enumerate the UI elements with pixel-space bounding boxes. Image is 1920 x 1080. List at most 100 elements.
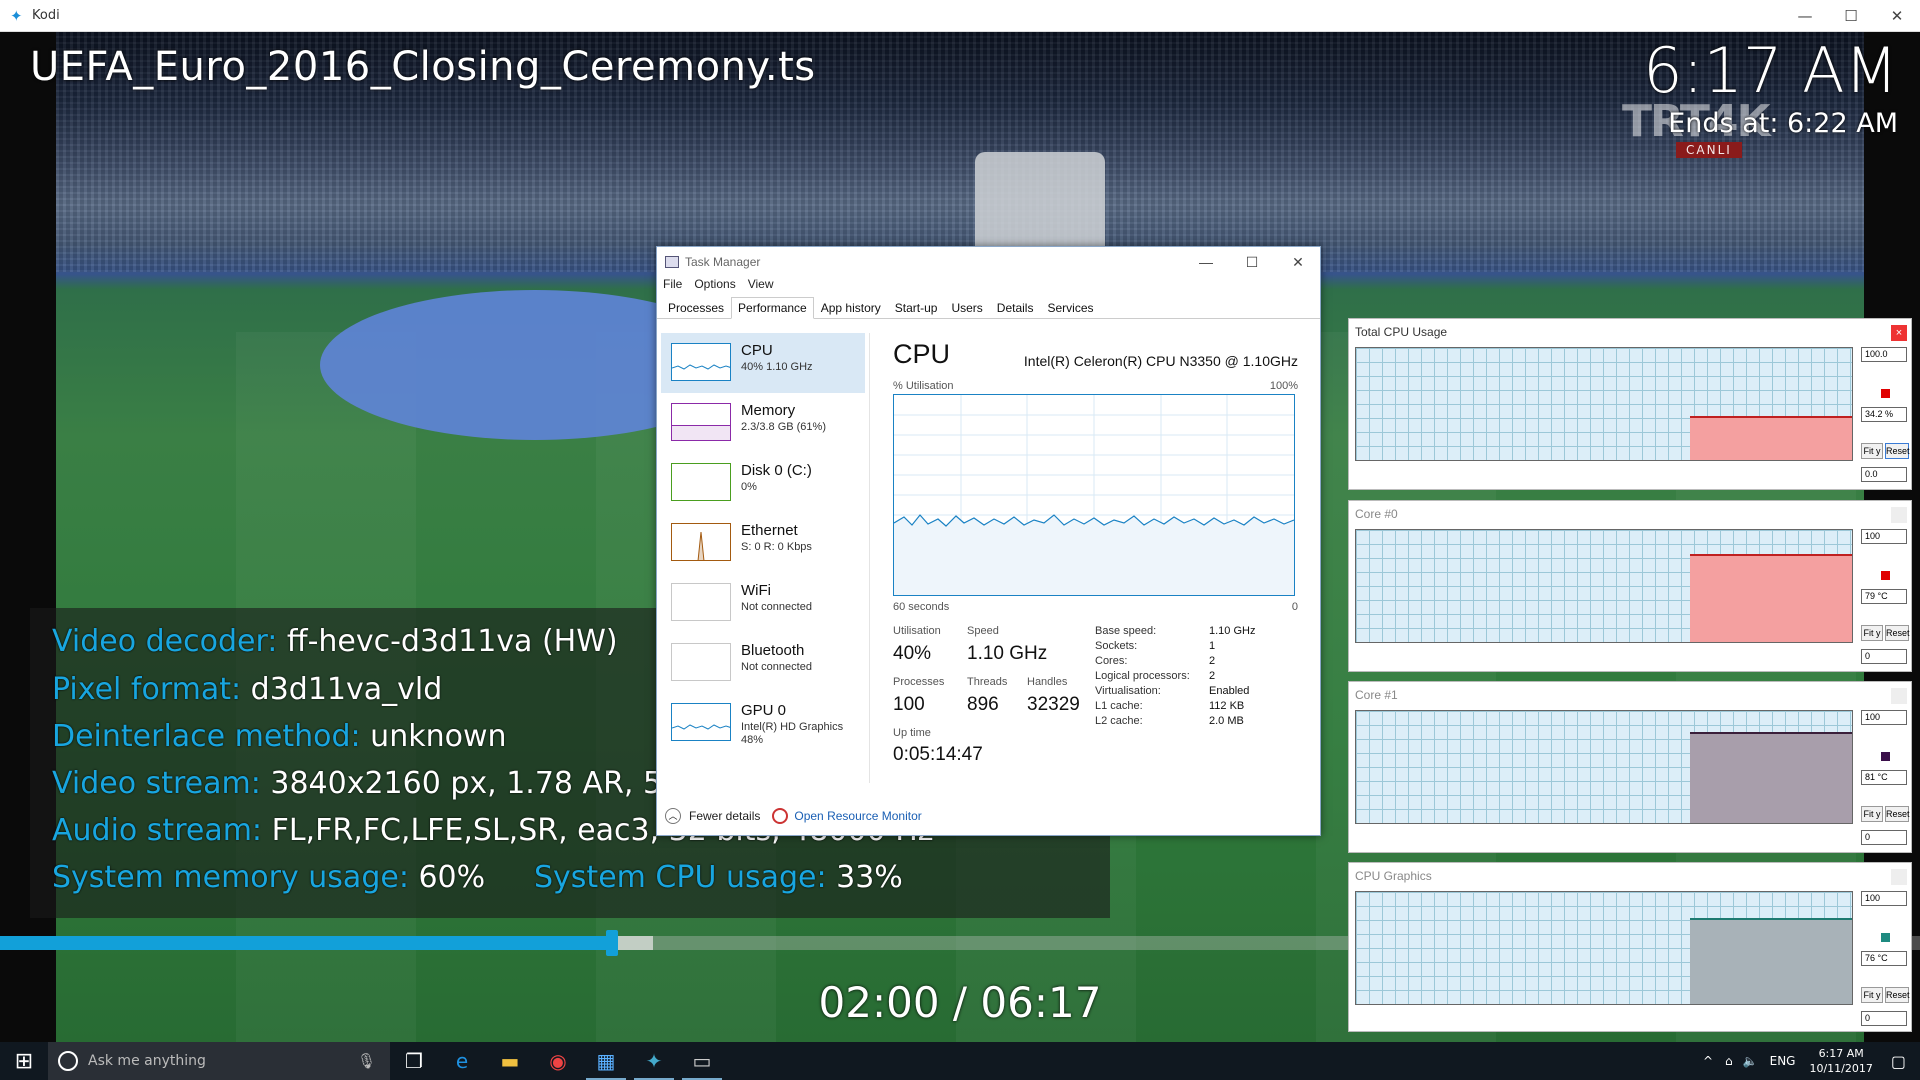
- taskbar-clock[interactable]: 6:17 AM 10/11/2017: [1809, 1046, 1872, 1076]
- meter-color-swatch: [1881, 389, 1890, 398]
- sidebar-item-name: GPU 0: [741, 702, 787, 719]
- meter-max-field[interactable]: 100.0: [1861, 347, 1907, 362]
- sidebar-item-bluetooth[interactable]: Bluetooth Not connected: [661, 633, 865, 693]
- meter-min-field[interactable]: 0: [1861, 830, 1907, 845]
- sidebar-item-gpu[interactable]: GPU 0 Intel(R) HD Graphics 48%: [661, 693, 865, 753]
- cpu-model: Intel(R) Celeron(R) CPU N3350 @ 1.10GHz: [1023, 353, 1298, 369]
- notifications-icon[interactable]: ▢: [1891, 1052, 1906, 1071]
- seek-handle[interactable]: [606, 930, 618, 956]
- sidebar-item-memory[interactable]: Memory 2.3/3.8 GB (61%): [661, 393, 865, 453]
- network-icon[interactable]: ⌂: [1725, 1054, 1733, 1068]
- meter-max-field[interactable]: 100: [1861, 891, 1907, 906]
- meter-panel-core-1[interactable]: Core #1 100 81 °C Fit y Reset 0: [1348, 681, 1912, 853]
- sidebar-item-disk[interactable]: Disk 0 (C:) 0%: [661, 453, 865, 513]
- cpu-graph-svg: [893, 395, 1295, 595]
- disk-mini-graph: [671, 463, 731, 501]
- meter-min-field[interactable]: 0: [1861, 1011, 1907, 1026]
- task-manager-window[interactable]: Task Manager — ☐ ✕ File Options View Pro…: [656, 246, 1321, 836]
- info-key: System CPU usage:: [534, 860, 827, 895]
- sidebar-item-sub: Not connected: [741, 661, 812, 674]
- tab-users[interactable]: Users: [944, 297, 989, 318]
- sidebar-item-name: Disk 0 (C:): [741, 462, 812, 479]
- window-title: Kodi: [32, 8, 60, 23]
- language-indicator[interactable]: ENG: [1770, 1054, 1796, 1068]
- meter-graph: [1355, 347, 1853, 461]
- sidebar-item-detail: Intel(R) HD Graphics: [741, 721, 844, 733]
- volume-icon[interactable]: 🔈: [1743, 1054, 1758, 1068]
- fit-y-button[interactable]: Fit y: [1861, 987, 1883, 1003]
- meter-panel-total-cpu[interactable]: Total CPU Usage × 100.0 34.2 % Fit y Reset 0.0: [1348, 318, 1912, 490]
- meter-min-field[interactable]: 0.0: [1861, 467, 1907, 482]
- sidebar-item-cpu[interactable]: CPU 40% 1.10 GHz: [661, 333, 865, 393]
- task-view-icon[interactable]: ❐: [390, 1042, 438, 1080]
- sidebar-item-ethernet[interactable]: Ethernet S: 0 R: 0 Kbps: [661, 513, 865, 573]
- meter-panel-cpu-graphics[interactable]: CPU Graphics 100 76 °C Fit y Reset 0: [1348, 862, 1912, 1032]
- spec-label: Sockets:: [1095, 640, 1138, 652]
- reset-button[interactable]: Reset: [1885, 625, 1910, 641]
- tab-processes[interactable]: Processes: [661, 297, 731, 318]
- spec-value: 2.0 MB: [1209, 715, 1244, 727]
- tray-chevron-up-icon[interactable]: ^: [1703, 1054, 1713, 1068]
- fewer-details-button[interactable]: ︿ Fewer details: [665, 808, 760, 824]
- tab-details[interactable]: Details: [990, 297, 1041, 318]
- meter-max-field[interactable]: 100: [1861, 529, 1907, 544]
- task-manager-taskbar-icon[interactable]: ▭: [678, 1042, 726, 1080]
- kodi-taskbar-icon[interactable]: ✦: [630, 1042, 678, 1080]
- tm-close-button[interactable]: ✕: [1275, 247, 1321, 277]
- tm-minimize-button[interactable]: —: [1183, 247, 1229, 277]
- fit-y-button[interactable]: Fit y: [1861, 443, 1883, 459]
- spec-label: L2 cache:: [1095, 715, 1143, 727]
- close-button[interactable]: ✕: [1874, 0, 1920, 32]
- reset-button[interactable]: Reset: [1885, 987, 1910, 1003]
- info-value: ff-hevc-d3d11va (HW): [277, 624, 618, 659]
- meter-max-field[interactable]: 100: [1861, 710, 1907, 725]
- sidebar-item-sub: 2.3/3.8 GB (61%): [741, 421, 826, 434]
- meter-close-icon[interactable]: [1891, 507, 1907, 523]
- tab-services[interactable]: Services: [1040, 297, 1100, 318]
- util-axis-label: % Utilisation: [893, 380, 954, 392]
- sidebar-item-detail: Not connected: [741, 601, 812, 613]
- meter-panel-core-0[interactable]: Core #0 100 79 °C Fit y Reset 0: [1348, 500, 1912, 672]
- fit-y-button[interactable]: Fit y: [1861, 806, 1883, 822]
- tab-performance[interactable]: Performance: [731, 297, 814, 319]
- minimize-button[interactable]: —: [1782, 0, 1828, 32]
- menu-file[interactable]: File: [663, 277, 682, 297]
- sidebar-item-wifi[interactable]: WiFi Not connected: [661, 573, 865, 633]
- meter-close-icon[interactable]: ×: [1891, 325, 1907, 341]
- wifi-mini-graph: [671, 583, 731, 621]
- fit-y-button[interactable]: Fit y: [1861, 625, 1883, 641]
- menu-view[interactable]: View: [748, 277, 774, 297]
- open-resource-monitor-link[interactable]: Open Resource Monitor: [772, 808, 922, 824]
- threads-label: Threads: [967, 676, 1008, 688]
- reset-button[interactable]: Reset: [1885, 443, 1910, 459]
- meter-min-field[interactable]: 0: [1861, 649, 1907, 664]
- meter-close-icon[interactable]: [1891, 869, 1907, 885]
- edge-icon[interactable]: e: [438, 1042, 486, 1080]
- menu-options[interactable]: Options: [694, 277, 735, 297]
- tab-start-up[interactable]: Start-up: [888, 297, 945, 318]
- uptime-value: 0:05:14:47: [893, 744, 983, 765]
- tm-tabs: Processes Performance App history Start-…: [657, 297, 1320, 319]
- cortana-search-box[interactable]: Ask me anything 🎙: [48, 1042, 390, 1080]
- sidebar-item-detail: S: 0 R: 0 Kbps: [741, 541, 812, 553]
- meter-close-icon[interactable]: [1891, 688, 1907, 704]
- sidebar-item-name: Memory: [741, 402, 796, 419]
- taskbar-time: 6:17 AM: [1818, 1047, 1864, 1060]
- windows-start-icon[interactable]: ⊞: [0, 1042, 48, 1080]
- meter-app-icon[interactable]: ▦: [582, 1042, 630, 1080]
- info-value: 60%: [408, 860, 486, 895]
- task-manager-icon: [665, 256, 679, 268]
- chrome-icon[interactable]: ◉: [534, 1042, 582, 1080]
- threads-value: 896: [967, 694, 999, 715]
- tm-maximize-button[interactable]: ☐: [1229, 247, 1275, 277]
- file-explorer-icon[interactable]: ▬: [486, 1042, 534, 1080]
- maximize-button[interactable]: ☐: [1828, 0, 1874, 32]
- meter-line: [1690, 554, 1852, 556]
- sidebar-item-sub: S: 0 R: 0 Kbps: [741, 541, 812, 554]
- memory-mini-graph: [671, 403, 731, 441]
- seek-progress: [0, 936, 612, 950]
- reset-button[interactable]: Reset: [1885, 806, 1910, 822]
- microphone-icon[interactable]: 🎙: [357, 1052, 376, 1070]
- tab-app-history[interactable]: App history: [814, 297, 888, 318]
- info-value: 3840x2160 px, 1.78 AR, 50.: [260, 766, 691, 801]
